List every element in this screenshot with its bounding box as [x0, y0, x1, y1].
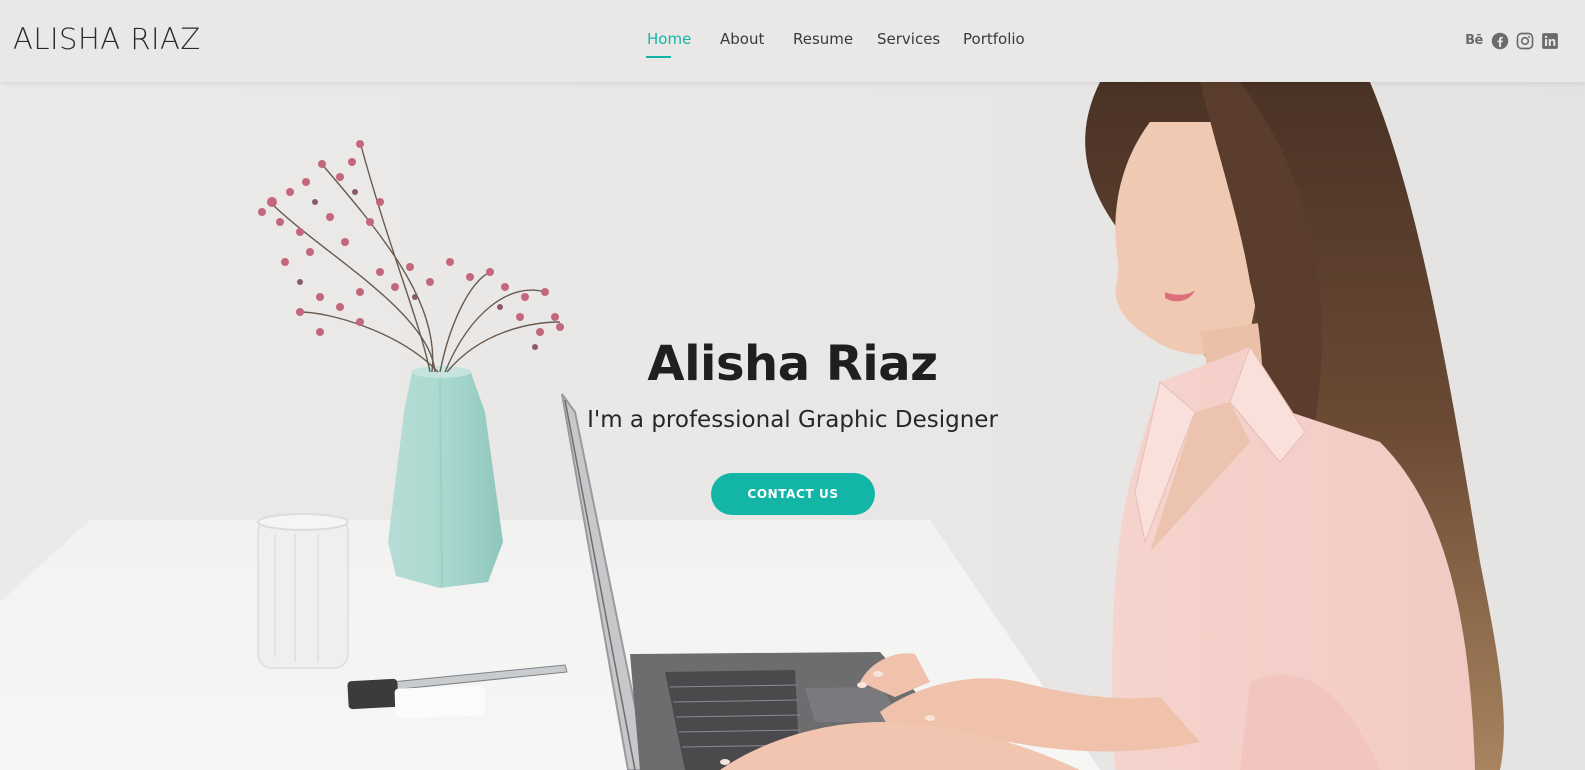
nav-portfolio[interactable]: Portfolio — [963, 30, 1025, 48]
behance-glyph: Bē — [1465, 33, 1483, 48]
main-nav: Home About Resume Services Portfolio — [0, 0, 1585, 82]
behance-icon[interactable]: Bē — [1464, 32, 1484, 50]
instagram-icon[interactable] — [1516, 32, 1534, 50]
nav-active-indicator — [646, 56, 671, 58]
hero-section: Alisha Riaz I'm a professional Graphic D… — [0, 82, 1585, 770]
hero-title: Alisha Riaz — [647, 336, 938, 392]
social-links: Bē — [1464, 31, 1559, 50]
contact-us-button[interactable]: CONTACT US — [711, 473, 875, 515]
site-header: ALISHA RIAZ Home About Resume Services P… — [0, 0, 1585, 82]
hero-content: Alisha Riaz I'm a professional Graphic D… — [0, 82, 1585, 770]
facebook-icon[interactable] — [1491, 32, 1509, 50]
nav-about[interactable]: About — [720, 30, 764, 48]
hero-subtitle: I'm a professional Graphic Designer — [587, 407, 998, 433]
nav-home[interactable]: Home — [647, 30, 691, 48]
linkedin-icon[interactable] — [1541, 32, 1559, 50]
nav-services[interactable]: Services — [877, 30, 940, 48]
nav-resume[interactable]: Resume — [793, 30, 853, 48]
